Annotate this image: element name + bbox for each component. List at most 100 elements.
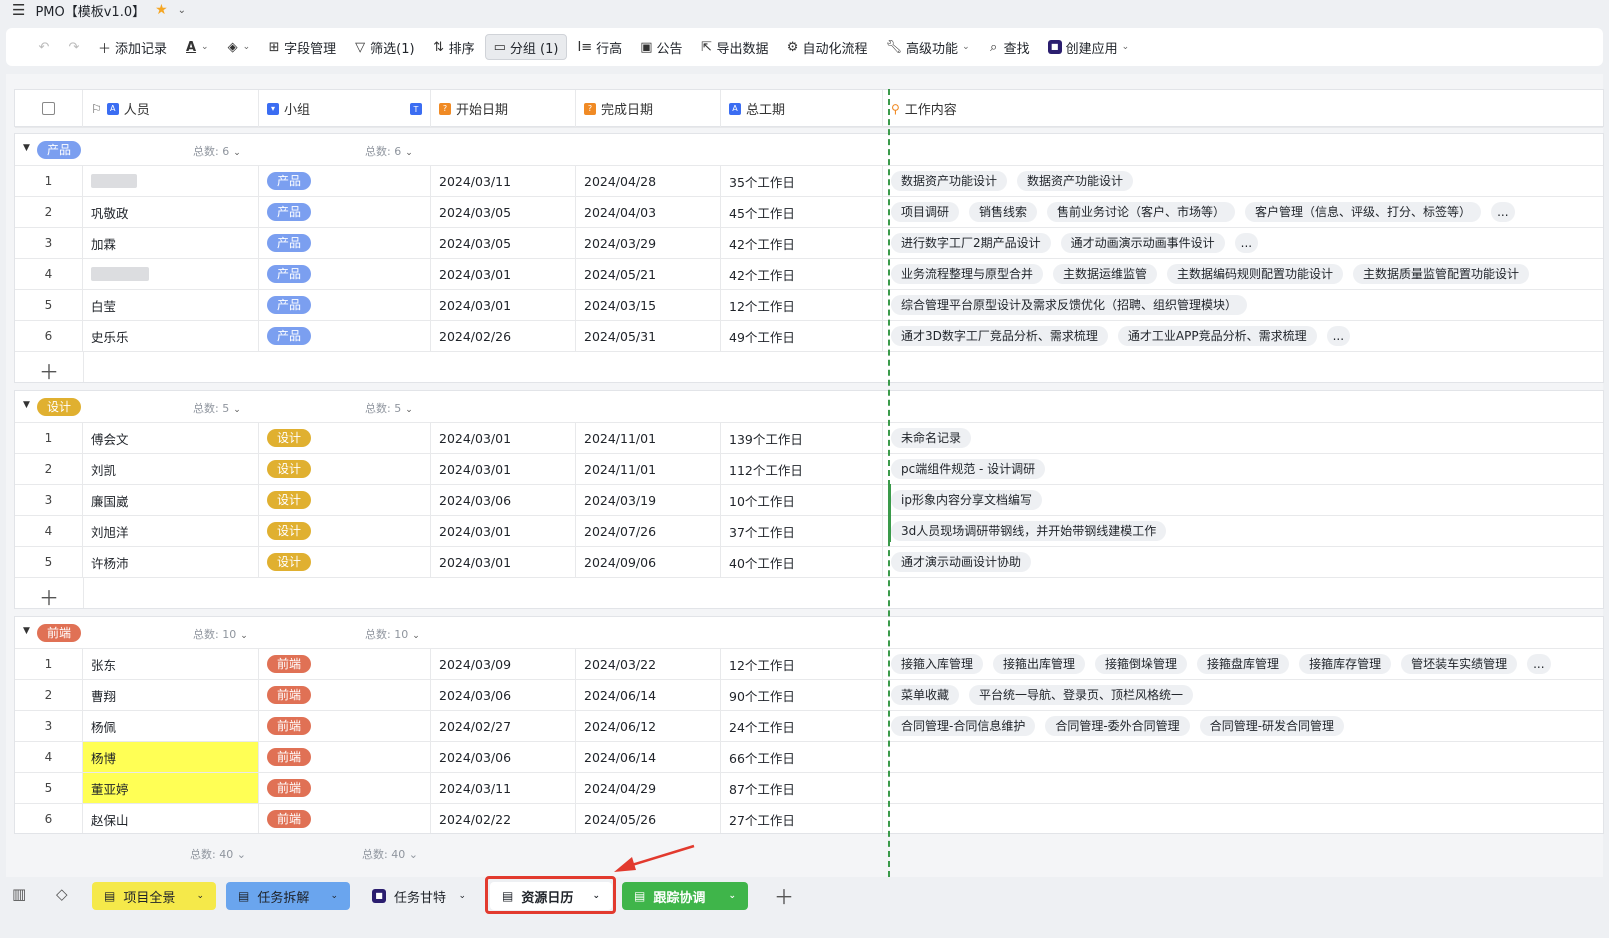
total-days-cell[interactable]: 90个工作日 (721, 680, 883, 710)
work-chip[interactable]: 客户管理（信息、评级、打分、标签等） (1245, 202, 1482, 222)
person-cell[interactable]: 董亚婷 (83, 773, 259, 803)
work-chip[interactable]: 通才工业APP竞品分析、需求梳理 (1117, 326, 1317, 346)
work-chip[interactable]: ... (1491, 202, 1515, 222)
table-row[interactable]: 4 刘旭洋 设计 2024/03/01 2024/07/26 37个工作日 3d人员现场调研… (15, 516, 1603, 547)
undo-button[interactable]: ↶ (30, 34, 58, 60)
start-date-cell[interactable]: 2024/03/11 (431, 166, 576, 196)
person-cell[interactable]: 加霖 (83, 228, 259, 258)
work-chip[interactable]: 合同管理-研发合同管理 (1199, 716, 1345, 736)
footer-count-person[interactable]: 总数: 40 ⌄ (190, 846, 246, 862)
row-height-button[interactable]: Ⅰ≡ 行高 (569, 34, 630, 60)
end-date-cell[interactable]: 2024/09/06 (576, 547, 721, 577)
work-chip[interactable]: ... (1234, 233, 1259, 253)
end-date-cell[interactable]: 2024/03/22 (576, 649, 721, 679)
team-cell[interactable]: 产品 (259, 321, 431, 351)
end-date-cell[interactable]: 2024/05/21 (576, 259, 721, 289)
start-date-cell[interactable]: 2024/03/01 (431, 547, 576, 577)
total-days-cell[interactable]: 42个工作日 (721, 259, 883, 289)
work-content-cell[interactable]: 通才演示动画设计协助 (883, 547, 1603, 577)
group-count-person[interactable]: 总数: 6 ⌄ (193, 143, 241, 159)
work-content-cell[interactable]: ip形象内容分享文档编写 (883, 485, 1603, 515)
person-cell[interactable]: 廉国崴 (83, 485, 259, 515)
person-cell[interactable] (83, 166, 259, 196)
table-row[interactable]: 1 傅会文 设计 2024/03/01 2024/11/01 139个工作日 未命名记录 (15, 423, 1603, 454)
work-chip[interactable]: 合同管理-委外合同管理 (1045, 716, 1190, 736)
total-days-cell[interactable]: 139个工作日 (721, 423, 883, 453)
group-header[interactable]: ▼ 设计 总数: 5 ⌄ 总数: 5 ⌄ (15, 391, 1603, 423)
add-sheet-icon[interactable]: ＋ (774, 881, 794, 910)
work-chip[interactable]: 平台统一导航、登录页、顶栏风格统一 (969, 685, 1194, 705)
column-header-total-days[interactable]: A 总工期 (721, 90, 883, 127)
create-app-button[interactable]: ■ 创建应用 ⌄ (1040, 34, 1138, 60)
collapse-triangle-icon[interactable]: ▼ (23, 143, 30, 153)
table-row[interactable]: 2 刘凯 设计 2024/03/01 2024/11/01 112个工作日 pc端组件规范 … (15, 454, 1603, 485)
end-date-cell[interactable]: 2024/04/03 (576, 197, 721, 227)
total-days-cell[interactable]: 112个工作日 (721, 454, 883, 484)
redo-button[interactable]: ↷ (60, 34, 88, 60)
table-row[interactable]: 6 赵保山 前端 2024/02/22 2024/05/26 27个工作日 (15, 804, 1603, 833)
work-content-cell[interactable] (883, 773, 1603, 803)
table-row[interactable]: 3 杨佩 前端 2024/02/27 2024/06/12 24个工作日 合同管理-合同信息… (15, 711, 1603, 742)
end-date-cell[interactable]: 2024/04/29 (576, 773, 721, 803)
work-chip[interactable]: 通才演示动画设计协助 (891, 552, 1032, 572)
column-header-end-date[interactable]: ? 完成日期 (576, 90, 721, 127)
work-chip[interactable]: 接箍入库管理 (891, 654, 984, 674)
text-color-button[interactable]: A ⌄ (177, 34, 217, 60)
export-button[interactable]: ⇱ 导出数据 (693, 34, 777, 60)
team-cell[interactable]: 设计 (259, 547, 431, 577)
table-row[interactable]: 3 廉国崴 设计 2024/03/06 2024/03/19 10个工作日 ip形象内容分享… (15, 485, 1603, 516)
total-days-cell[interactable]: 42个工作日 (721, 228, 883, 258)
work-chip[interactable]: 合同管理-合同信息维护 (891, 716, 1036, 736)
total-days-cell[interactable]: 66个工作日 (721, 742, 883, 772)
sheet-tab-project-overview[interactable]: ▤ 项目全景 ⌄ (92, 882, 216, 910)
field-manage-button[interactable]: ⊞ 字段管理 (260, 34, 344, 60)
add-record-button[interactable]: ＋添加记录 (90, 34, 175, 60)
total-days-cell[interactable]: 37个工作日 (721, 516, 883, 546)
plus-icon[interactable]: ＋ (39, 582, 59, 608)
work-content-cell[interactable]: 通才3D数字工厂竞品分析、需求梳理 通才工业APP竞品分析、需求梳理... (883, 321, 1603, 351)
table-row[interactable]: 4 杨博 前端 2024/03/06 2024/06/14 66个工作日 (15, 742, 1603, 773)
person-cell[interactable]: 傅会文 (83, 423, 259, 453)
start-date-cell[interactable]: 2024/03/11 (431, 773, 576, 803)
person-cell[interactable]: 杨博 (83, 742, 259, 772)
team-cell[interactable]: 前端 (259, 680, 431, 710)
total-days-cell[interactable]: 12个工作日 (721, 290, 883, 320)
work-chip[interactable]: 菜单收藏 (891, 685, 960, 705)
work-content-cell[interactable]: 3d人员现场调研带钢线，并开始带钢线建模工作 (883, 516, 1603, 546)
total-days-cell[interactable]: 27个工作日 (721, 804, 883, 833)
total-days-cell[interactable]: 12个工作日 (721, 649, 883, 679)
team-cell[interactable]: 产品 (259, 197, 431, 227)
total-days-cell[interactable]: 45个工作日 (721, 197, 883, 227)
work-chip[interactable]: 数据资产功能设计 (891, 171, 1008, 191)
end-date-cell[interactable]: 2024/11/01 (576, 423, 721, 453)
work-content-cell[interactable]: 项目调研 销售线索 售前业务讨论（客户、市场等） 客户管理（信息、评级、打分、标签等）… (883, 197, 1603, 227)
person-cell[interactable]: 曹翔 (83, 680, 259, 710)
work-content-cell[interactable] (883, 742, 1603, 772)
end-date-cell[interactable]: 2024/07/26 (576, 516, 721, 546)
sheet-tab-task-breakdown[interactable]: ▤ 任务拆解 ⌄ (226, 882, 350, 910)
work-chip[interactable]: ... (1527, 654, 1551, 674)
column-header-work-content[interactable]: ⚲ 工作内容 (883, 90, 1605, 127)
work-chip[interactable]: 业务流程整理与原型合并 (891, 264, 1044, 284)
total-days-cell[interactable]: 40个工作日 (721, 547, 883, 577)
total-days-cell[interactable]: 87个工作日 (721, 773, 883, 803)
table-row[interactable]: 6 史乐乐 产品 2024/02/26 2024/05/31 49个工作日 通才3D数字工厂… (15, 321, 1603, 352)
work-chip[interactable]: 3d人员现场调研带钢线，并开始带钢线建模工作 (891, 521, 1167, 541)
work-content-cell[interactable]: 菜单收藏 平台统一导航、登录页、顶栏风格统一 (883, 680, 1603, 710)
person-cell[interactable]: 赵保山 (83, 804, 259, 833)
table-row[interactable]: 5 白莹 产品 2024/03/01 2024/03/15 12个工作日 综合管理平台原型设… (15, 290, 1603, 321)
team-cell[interactable]: 前端 (259, 742, 431, 772)
table-row[interactable]: 2 巩敬政 产品 2024/03/05 2024/04/03 45个工作日 项目调研 销售线索… (15, 197, 1603, 228)
advanced-button[interactable]: 🔧︎ 高级功能 ⌄ (878, 34, 978, 60)
table-row[interactable]: 1 张东 前端 2024/03/09 2024/03/22 12个工作日 接箍入库管理 接箍出… (15, 649, 1603, 680)
group-count-person[interactable]: 总数: 10 ⌄ (193, 626, 248, 642)
end-date-cell[interactable]: 2024/05/26 (576, 804, 721, 833)
announcement-button[interactable]: ▣ 公告 (632, 34, 690, 60)
end-date-cell[interactable]: 2024/03/29 (576, 228, 721, 258)
work-chip[interactable]: pc端组件规范 - 设计调研 (891, 459, 1046, 479)
team-cell[interactable]: 设计 (259, 485, 431, 515)
work-chip[interactable]: 售前业务讨论（客户、市场等） (1047, 202, 1236, 222)
start-date-cell[interactable]: 2024/03/06 (431, 485, 576, 515)
column-header-team[interactable]: ▾ 小组 T (259, 90, 431, 127)
person-cell[interactable]: 张东 (83, 649, 259, 679)
